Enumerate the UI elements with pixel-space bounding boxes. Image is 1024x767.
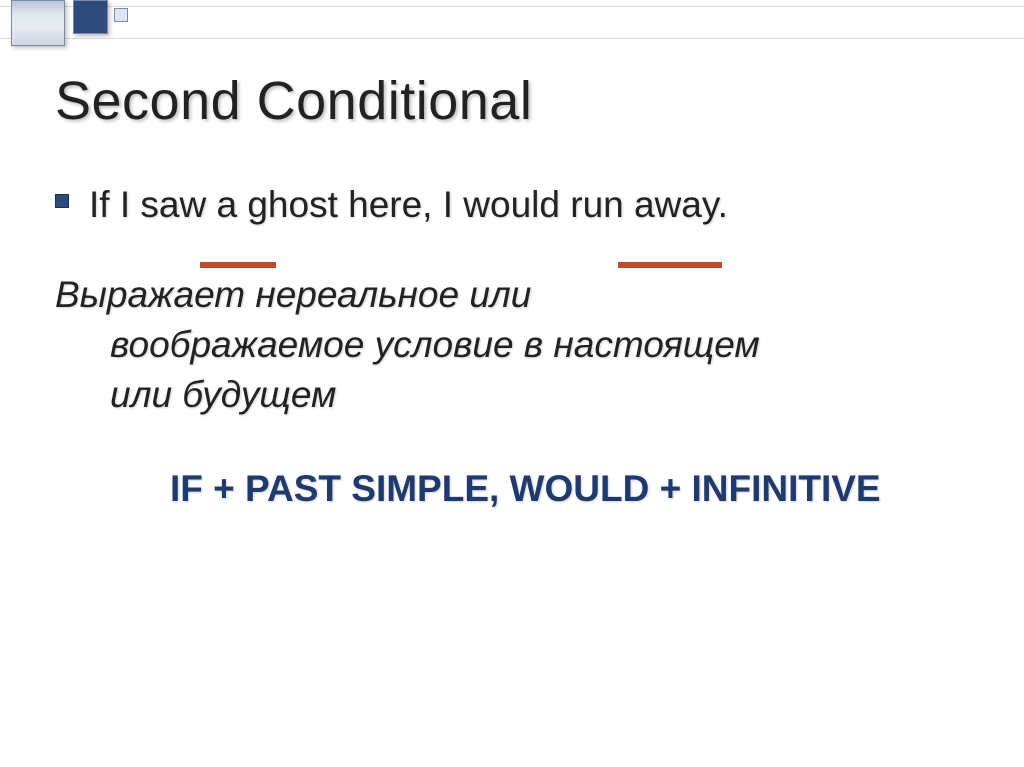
square-medium — [73, 0, 108, 34]
formula-row: IF + PAST SIMPLE, WOULD + INFINITIVE — [170, 468, 984, 510]
explanation-line-2: воображаемое условие в настоящем — [55, 320, 984, 370]
slide-title: Second Conditional — [55, 70, 984, 132]
square-small — [114, 8, 128, 22]
bullet-icon — [55, 194, 69, 208]
corner-decoration — [0, 0, 170, 48]
formula-text: IF + PAST SIMPLE, WOULD + INFINITIVE — [170, 468, 881, 509]
underline-saw — [200, 262, 276, 268]
explanation-line-1: Выражает нереальное или — [55, 270, 984, 320]
explanation-line-3: или будущем — [55, 370, 984, 420]
slide-content: Second Conditional If I saw a ghost here… — [55, 70, 984, 510]
explanation-block: Выражает нереальное или воображаемое усл… — [55, 270, 984, 420]
slide-body: If I saw a ghost here, I would run away.… — [55, 180, 984, 510]
underline-would — [618, 262, 722, 268]
example-row: If I saw a ghost here, I would run away. — [55, 180, 984, 230]
square-large — [11, 0, 65, 46]
example-text: If I saw a ghost here, I would run away. — [89, 180, 728, 230]
